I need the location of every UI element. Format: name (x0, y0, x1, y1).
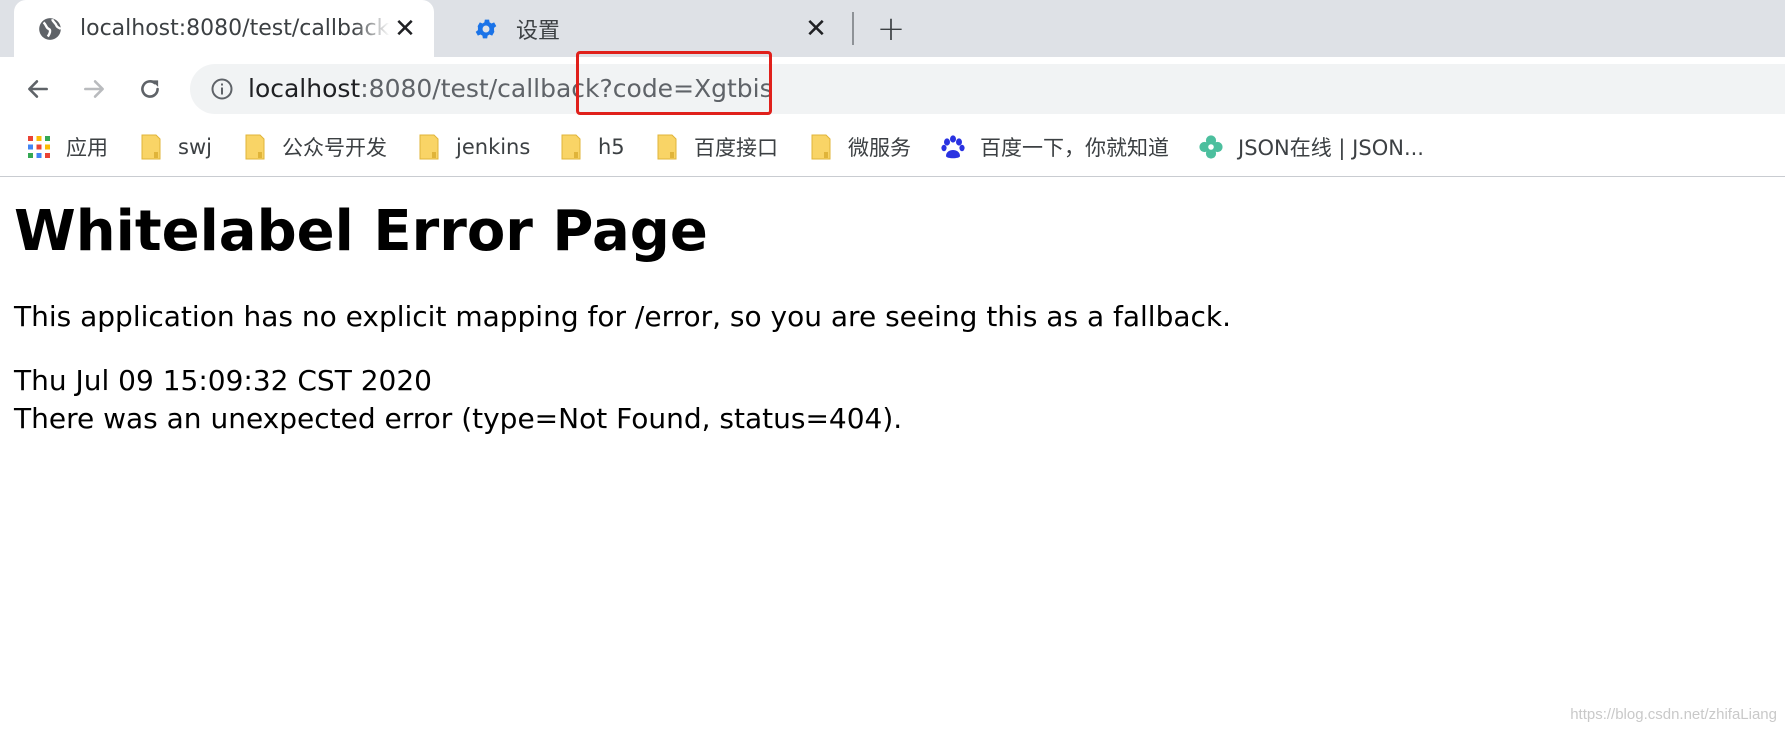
url-text[interactable]: localhost:8080/test/callback?code=Xgtbis (248, 72, 773, 106)
bookmark-jenkins[interactable]: jenkins (416, 129, 530, 165)
info-icon[interactable] (208, 75, 236, 103)
folder-icon (138, 134, 164, 160)
bookmark-h5[interactable]: h5 (558, 129, 625, 165)
error-description: This application has no explicit mapping… (14, 300, 1232, 333)
error-status: There was an unexpected error (type=Not … (14, 402, 903, 435)
forward-button[interactable] (74, 69, 114, 109)
bookmark-baidu-api[interactable]: 百度接口 (654, 129, 778, 165)
reload-button[interactable] (130, 69, 170, 109)
bookmark-swj[interactable]: swj (138, 129, 212, 165)
bookmark-baidu[interactable]: 百度一下，你就知道 (940, 129, 1169, 165)
bookmark-label: 百度接口 (694, 136, 778, 160)
tab-title: localhost:8080/test/callback?code=Xgtbis (80, 16, 390, 41)
bookmark-label: 公众号开发 (282, 136, 387, 160)
tab-settings[interactable]: 设置 ✕ (450, 0, 845, 57)
back-button[interactable] (18, 69, 58, 109)
bookmark-label: 百度一下，你就知道 (980, 136, 1169, 160)
close-tab-icon[interactable]: ✕ (801, 14, 831, 44)
address-bar[interactable]: localhost:8080/test/callback?code=Xgtbis (190, 64, 1785, 114)
forward-arrow-icon (84, 80, 104, 98)
apps-grid-icon (26, 134, 52, 160)
bookmark-label: 微服务 (848, 136, 911, 160)
page-content: Whitelabel Error Page This application h… (14, 198, 1714, 438)
bookmark-apps[interactable]: 应用 (26, 129, 108, 165)
bookmarks-bar: 应用 swj 公众号开发 jenkins h5 百度接口 微服务 百度一下，你就… (0, 119, 1785, 177)
folder-icon (558, 134, 584, 160)
error-details: Thu Jul 09 15:09:32 CST 2020 There was a… (14, 362, 1714, 438)
bookmark-label: JSON在线 | JSON... (1238, 136, 1424, 160)
url-host: localhost (248, 74, 361, 103)
tab-callback[interactable]: localhost:8080/test/callback?code=Xgtbis… (14, 0, 434, 57)
bookmark-label: 应用 (66, 136, 108, 160)
toolbar: localhost:8080/test/callback?code=Xgtbis (0, 57, 1785, 119)
folder-icon (808, 134, 834, 160)
page-title: Whitelabel Error Page (14, 199, 708, 264)
bookmark-json-online[interactable]: JSON在线 | JSON... (1198, 129, 1424, 165)
globe-icon (36, 15, 64, 43)
bookmark-label: h5 (598, 135, 625, 159)
bookmark-wechat-dev[interactable]: 公众号开发 (242, 129, 387, 165)
tab-title: 设置 (516, 18, 561, 44)
bookmark-label: jenkins (456, 135, 531, 159)
gear-icon (472, 15, 500, 43)
folder-icon (654, 134, 680, 160)
baidu-paw-icon (940, 134, 966, 160)
tab-strip: localhost:8080/test/callback?code=Xgtbis… (0, 0, 1785, 57)
new-tab-button[interactable]: + (872, 9, 910, 49)
folder-icon (242, 134, 268, 160)
tab-separator (852, 12, 854, 45)
back-arrow-icon (28, 80, 48, 98)
close-tab-icon[interactable]: ✕ (390, 14, 420, 44)
json-flower-icon (1198, 134, 1224, 160)
reload-icon (141, 80, 159, 98)
bookmark-microservices[interactable]: 微服务 (808, 129, 911, 165)
watermark: https://blog.csdn.net/zhifaLiang (1570, 706, 1777, 723)
folder-icon (416, 134, 442, 160)
bookmark-label: swj (178, 135, 212, 159)
error-timestamp: Thu Jul 09 15:09:32 CST 2020 (14, 364, 432, 397)
url-path: :8080/test/callback?code=Xgtbis (360, 74, 773, 103)
